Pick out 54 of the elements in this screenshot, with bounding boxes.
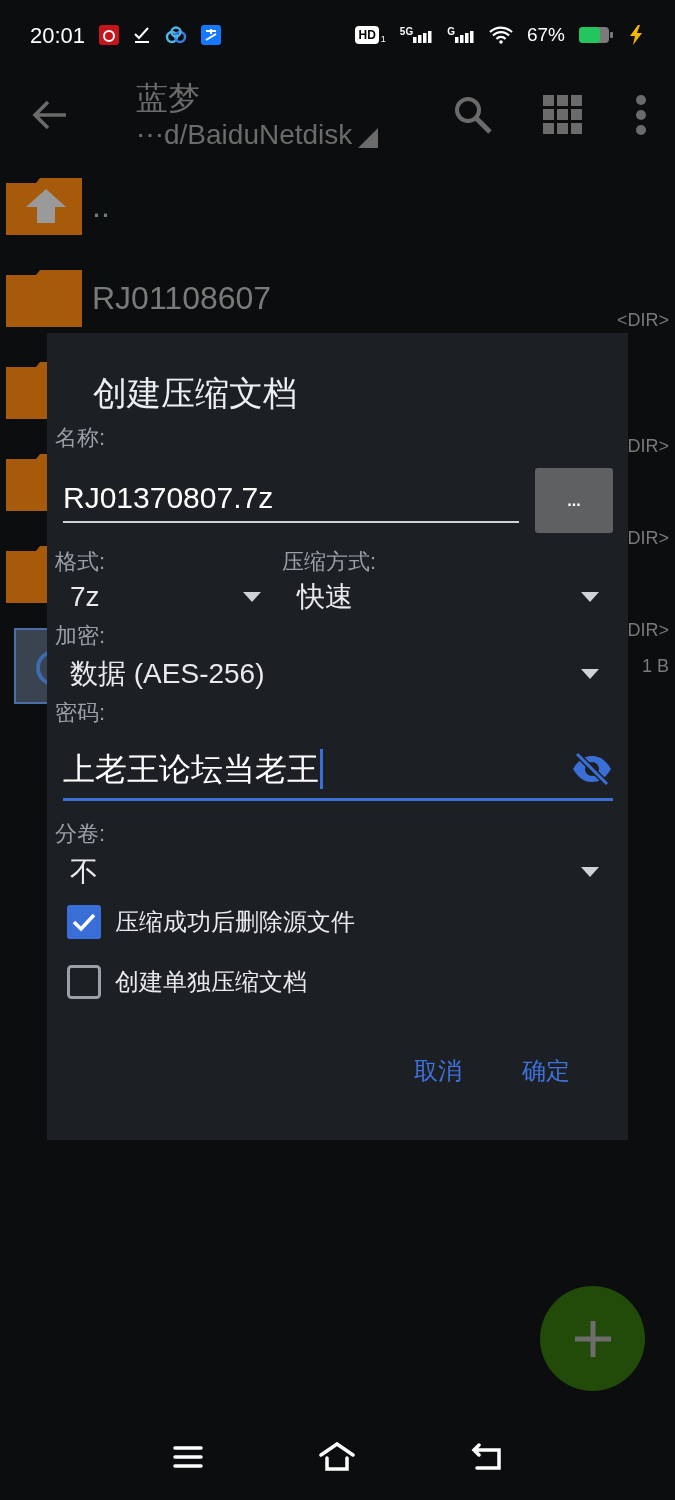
compression-dropdown[interactable]: 快速	[282, 573, 620, 621]
field-label: 加密:	[55, 623, 106, 648]
dialog-button[interactable]: 确定	[502, 1046, 590, 1096]
dialog-button[interactable]: 取消	[394, 1046, 482, 1096]
caret-icon	[580, 866, 600, 878]
field-label: 密码:	[55, 700, 106, 725]
search-icon[interactable]	[453, 95, 493, 135]
plus-icon	[572, 1318, 613, 1359]
sim-number: 1	[380, 35, 386, 44]
more-options-icon[interactable]	[635, 95, 647, 135]
checkbox-unchecked-icon	[67, 965, 101, 999]
file-info: DIR>	[627, 436, 669, 456]
field-label: 格式:	[55, 551, 107, 573]
caret-icon	[580, 668, 600, 680]
battery-percent: 67%	[526, 22, 565, 47]
field-label: 压缩方式:	[282, 551, 378, 573]
split-dropdown[interactable]: 不	[55, 848, 620, 896]
wifi-icon	[488, 26, 513, 44]
back-arrow-icon[interactable]	[32, 100, 68, 130]
option-checkbox[interactable]: 创建单独压缩文档	[67, 962, 620, 1002]
caret-icon	[580, 591, 600, 603]
file-info: <DIR>	[616, 310, 669, 330]
option-checkbox[interactable]: 压缩成功后删除源文件	[67, 902, 620, 942]
encryption-dropdown[interactable]: 数据 (AES-256)	[55, 650, 620, 698]
archive-name-field[interactable]: RJ01370807.7z	[63, 479, 519, 523]
file-name[interactable]: RJ01108607	[92, 274, 272, 322]
menu-icon[interactable]	[172, 1445, 203, 1469]
browse-button[interactable]: ...	[535, 468, 613, 533]
eye-slash-icon[interactable]	[571, 751, 613, 786]
back-icon[interactable]	[470, 1443, 503, 1471]
checkmark-icon	[133, 26, 152, 44]
folder-title: 蓝梦	[136, 79, 201, 118]
network-type: 5G	[399, 27, 414, 37]
file-name[interactable]: ..	[92, 182, 110, 230]
dropdown-corner-icon	[358, 128, 379, 148]
path-selector[interactable]: ⋯d/BaiduNetdisk	[136, 118, 453, 152]
field-label: 分卷:	[55, 821, 106, 846]
format-dropdown[interactable]: 7z	[55, 573, 282, 621]
home-icon[interactable]	[317, 1442, 356, 1472]
hd-badge: HD	[355, 26, 379, 44]
cloud-icon	[165, 26, 188, 44]
dialog-title: 创建压缩文档	[93, 373, 298, 413]
file-info: DIR>	[627, 528, 669, 548]
caret-icon	[242, 591, 262, 603]
file-info: 1 B	[641, 656, 669, 676]
grid-view-icon[interactable]	[543, 95, 583, 135]
file-info: DIR>	[627, 620, 669, 640]
clock: 20:01	[30, 21, 86, 50]
field-label: 名称:	[55, 425, 106, 450]
password-field[interactable]: 上老王论坛当老王	[63, 743, 613, 801]
charging-icon	[627, 25, 645, 45]
network-type: G	[447, 27, 455, 37]
checkbox-checked-icon	[67, 905, 101, 939]
battery-icon	[579, 26, 613, 44]
